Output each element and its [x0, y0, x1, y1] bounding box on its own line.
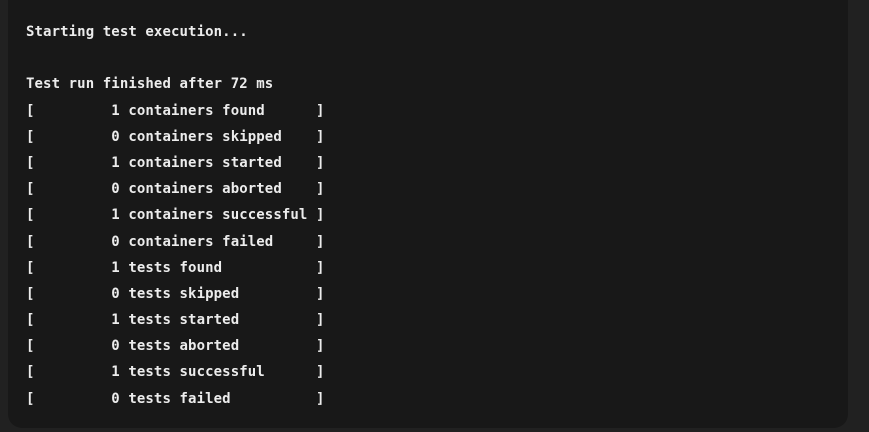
console-line-blank: [26, 48, 325, 74]
console-line-start: Starting test execution...: [26, 24, 248, 40]
console-line-tests-failed: [ 0 tests failed ]: [26, 390, 325, 407]
console-line-containers-found: [ 1 containers found ]: [26, 102, 325, 119]
console-line-containers-started: [ 1 containers started ]: [26, 154, 325, 171]
console-line-tests-aborted: [ 0 tests aborted ]: [26, 338, 325, 355]
console-line-summary: Test run finished after 72 ms: [26, 76, 274, 93]
console-line-tests-started: [ 1 tests started ]: [26, 312, 325, 329]
console-output-panel: Starting test execution... Test run finis…: [8, 0, 848, 428]
console-line-containers-aborted: [ 0 containers aborted ]: [26, 181, 325, 198]
console-line-tests-successful: [ 1 tests successful ]: [26, 364, 325, 381]
console-line-tests-found: [ 1 tests found ]: [26, 259, 325, 276]
page: Starting test execution... Test run finis…: [0, 0, 869, 432]
console-line-containers-successful: [ 1 containers successful ]: [26, 207, 325, 224]
console-line-tests-skipped: [ 0 tests skipped ]: [26, 285, 325, 302]
console-line-containers-skipped: [ 0 containers skipped ]: [26, 128, 325, 145]
scrollbar-track[interactable]: [848, 0, 869, 432]
console-line-containers-failed: [ 0 containers failed ]: [26, 233, 325, 250]
console-output: Starting test execution... Test run finis…: [26, 22, 325, 415]
